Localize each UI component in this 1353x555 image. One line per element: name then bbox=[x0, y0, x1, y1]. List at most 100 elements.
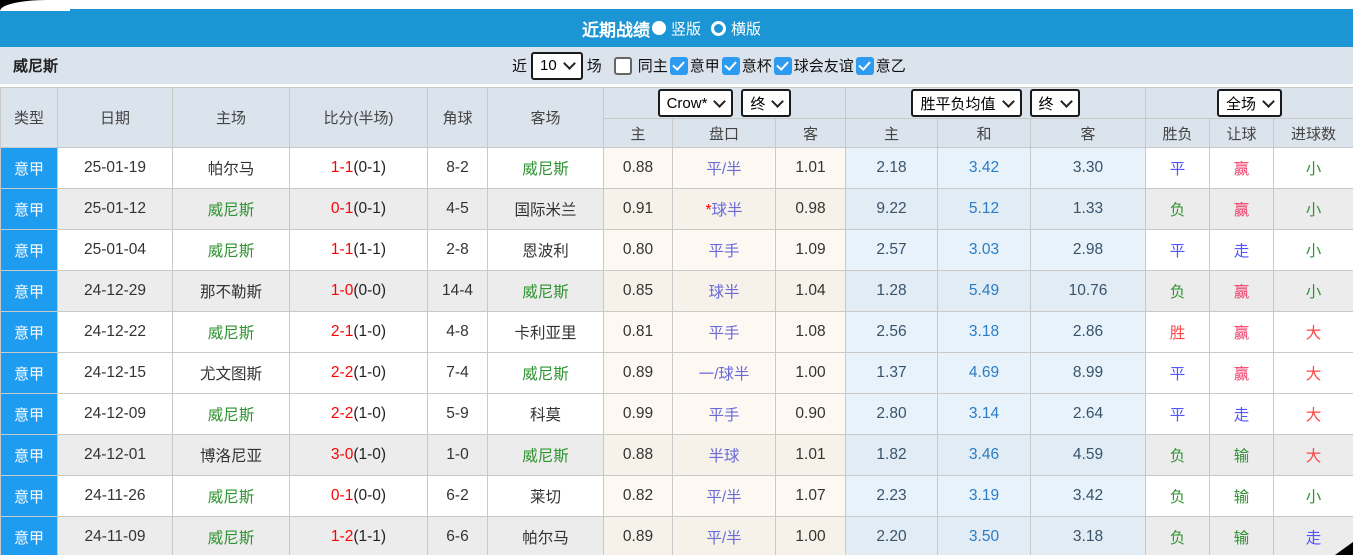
home-team-cell: 威尼斯 bbox=[172, 516, 290, 555]
avg-away-cell: 10.76 bbox=[1030, 270, 1146, 312]
league-cell: 意甲 bbox=[0, 352, 58, 394]
col-header-score: 比分(半场) bbox=[289, 87, 428, 148]
handicap-outcome-cell: 输 bbox=[1209, 516, 1274, 555]
subheader-handicap-outcome: 让球 bbox=[1209, 118, 1274, 148]
date-cell: 25-01-19 bbox=[57, 147, 173, 189]
avg-away-cell: 2.86 bbox=[1030, 311, 1146, 353]
league-cell: 意甲 bbox=[0, 434, 58, 476]
handicap-outcome-cell: 走 bbox=[1209, 229, 1274, 271]
date-cell: 24-11-09 bbox=[57, 516, 173, 555]
league-cell: 意甲 bbox=[0, 393, 58, 435]
corners-cell: 8-2 bbox=[427, 147, 488, 189]
goals-outcome-cell: 小 bbox=[1272, 229, 1353, 271]
fulltime-score: 2-2 bbox=[330, 405, 354, 422]
avg-home-cell: 1.82 bbox=[845, 434, 938, 476]
radio-selected-icon[interactable] bbox=[651, 21, 666, 35]
bookmaker-select[interactable]: Crow* bbox=[657, 89, 734, 117]
radio-unselected-icon[interactable] bbox=[711, 20, 726, 36]
subheader-handicap: 盘口 bbox=[672, 118, 776, 148]
handicap-cell: 平手 bbox=[672, 229, 776, 271]
table-row: 意甲 24-11-09 威尼斯 1-2(1-1) 6-6 帕尔马 0.89 平/半 1.00 2.… bbox=[0, 516, 1353, 555]
goals-outcome-cell: 小 bbox=[1272, 270, 1353, 312]
avg-state-select[interactable]: 终 bbox=[1029, 89, 1080, 117]
results-table: 类型 日期 主场 比分(半场) 角球 客场 Crow* 终 胜平负均值 终 全场… bbox=[0, 87, 1353, 555]
away-odds-cell: 1.01 bbox=[775, 434, 846, 476]
date-cell: 25-01-04 bbox=[57, 229, 173, 271]
fulltime-score: 3-0 bbox=[330, 446, 354, 463]
halftime-score: (1-0) bbox=[353, 323, 387, 340]
home-odds-cell: 0.99 bbox=[603, 393, 673, 435]
avg-away-cell: 2.98 bbox=[1030, 229, 1146, 271]
checkbox-label[interactable]: 意乙 bbox=[876, 55, 906, 76]
avg-draw-cell: 3.46 bbox=[937, 434, 1031, 476]
checkbox-unchecked-icon[interactable] bbox=[613, 56, 632, 75]
fulltime-score: 2-1 bbox=[330, 323, 354, 340]
checkbox-checked-icon[interactable] bbox=[669, 56, 688, 75]
fulltime-score: 0-1 bbox=[330, 200, 354, 217]
radio-label[interactable]: 竖版 bbox=[671, 18, 701, 39]
outcome-cell: 负 bbox=[1145, 434, 1210, 476]
odds-state-select[interactable]: 终 bbox=[741, 89, 792, 117]
corners-cell: 4-5 bbox=[427, 188, 488, 230]
team-name-label: 威尼斯 bbox=[13, 58, 59, 75]
subheader-avg-draw: 和 bbox=[937, 118, 1031, 148]
home-odds-cell: 0.89 bbox=[603, 516, 673, 555]
view-options: 竖版 横版 bbox=[651, 18, 771, 39]
handicap-cell: 平/半 bbox=[672, 147, 776, 189]
home-team-cell: 帕尔马 bbox=[172, 147, 290, 189]
resize-corner-artifact bbox=[1335, 542, 1353, 555]
fulltime-score: 1-0 bbox=[330, 282, 354, 299]
goals-outcome-cell: 小 bbox=[1272, 147, 1353, 189]
home-team-cell: 威尼斯 bbox=[172, 311, 290, 353]
scope-select[interactable]: 全场 bbox=[1217, 89, 1283, 117]
halftime-score: (1-0) bbox=[353, 364, 387, 381]
checkbox-label[interactable]: 意甲 bbox=[690, 55, 720, 76]
recent-results-widget: 近期战绩 竖版 横版 威尼斯 近 10 场 同主 意甲 意杯 球会友谊 意乙 类型 日期 … bbox=[0, 0, 1353, 555]
checkbox-checked-icon[interactable] bbox=[721, 56, 740, 75]
league-cell: 意甲 bbox=[0, 229, 58, 271]
halftime-score: (1-0) bbox=[353, 446, 387, 463]
avg-type-select[interactable]: 胜平负均值 bbox=[911, 89, 1022, 117]
rounds-select[interactable]: 10 bbox=[531, 51, 583, 80]
avg-away-cell: 1.33 bbox=[1030, 188, 1146, 230]
radio-label[interactable]: 横版 bbox=[731, 18, 761, 39]
avg-home-cell: 2.57 bbox=[845, 229, 938, 271]
avg-away-cell: 3.42 bbox=[1030, 475, 1146, 517]
checkbox-label[interactable]: 同主 bbox=[638, 55, 668, 76]
goals-outcome-cell: 小 bbox=[1272, 188, 1353, 230]
outcome-cell: 负 bbox=[1145, 516, 1210, 555]
outcome-cell: 平 bbox=[1145, 147, 1210, 189]
subheader-avg-home: 主 bbox=[845, 118, 938, 148]
fulltime-score: 0-1 bbox=[330, 487, 354, 504]
halftime-score: (0-1) bbox=[353, 200, 387, 217]
table-row: 意甲 24-12-22 威尼斯 2-1(1-0) 4-8 卡利亚里 0.81 平手 1.08 2.… bbox=[0, 311, 1353, 353]
home-odds-cell: 0.82 bbox=[603, 475, 673, 517]
checkbox-checked-icon[interactable] bbox=[773, 56, 792, 75]
home-team-cell: 威尼斯 bbox=[172, 229, 290, 271]
avg-draw-cell: 3.42 bbox=[937, 147, 1031, 189]
subheader-odds-home: 主 bbox=[603, 118, 673, 148]
table-row: 意甲 25-01-19 帕尔马 1-1(0-1) 8-2 威尼斯 0.88 平/半 1.01 2.… bbox=[0, 147, 1353, 189]
avg-draw-cell: 3.19 bbox=[937, 475, 1031, 517]
checkbox-checked-icon[interactable] bbox=[855, 56, 874, 75]
away-odds-cell: 1.00 bbox=[775, 516, 846, 555]
result-group-header: 全场 bbox=[1144, 87, 1353, 119]
chevron-down-icon bbox=[1262, 94, 1275, 108]
away-odds-cell: 1.08 bbox=[775, 311, 846, 353]
goals-outcome-cell: 大 bbox=[1272, 393, 1353, 435]
away-odds-cell: 1.00 bbox=[775, 352, 846, 394]
goals-outcome-cell: 大 bbox=[1272, 352, 1353, 394]
checkbox-label[interactable]: 意杯 bbox=[742, 55, 772, 76]
avg-home-cell: 9.22 bbox=[845, 188, 938, 230]
avg-type-value: 胜平负均值 bbox=[920, 95, 996, 113]
handicap-cell: 平/半 bbox=[672, 475, 776, 517]
chevron-down-icon bbox=[771, 94, 785, 108]
goals-outcome-cell: 小 bbox=[1272, 475, 1353, 517]
avg-draw-cell: 3.03 bbox=[937, 229, 1031, 271]
checkbox-label[interactable]: 球会友谊 bbox=[794, 55, 854, 76]
away-team-cell: 威尼斯 bbox=[487, 270, 604, 312]
league-cell: 意甲 bbox=[0, 475, 58, 517]
goals-outcome-cell: 大 bbox=[1272, 311, 1353, 353]
table-row: 意甲 24-12-15 尤文图斯 2-2(1-0) 7-4 威尼斯 0.89 一/球半 1.00… bbox=[0, 352, 1353, 394]
halftime-score: (0-1) bbox=[353, 159, 387, 176]
